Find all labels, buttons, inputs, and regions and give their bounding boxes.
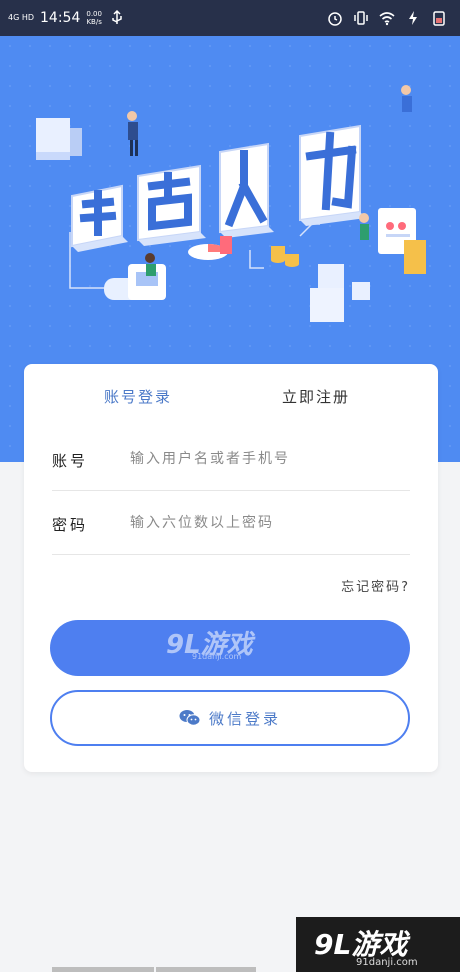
tab-register[interactable]: 立即注册 [282, 386, 350, 407]
wechat-icon [179, 710, 201, 726]
net-speed: 0.00 KB/s [86, 10, 102, 26]
login-button[interactable]: 9L游戏 91danji.com [50, 620, 410, 676]
status-time: 14:54 [40, 10, 81, 26]
wifi-icon [379, 12, 395, 26]
password-label: 密码 [52, 516, 89, 534]
watermark-overlay: 9L游戏 91danji.com [166, 624, 253, 661]
wechat-login-button[interactable]: 微信登录 [50, 690, 410, 746]
tab-account-login[interactable]: 账号登录 [104, 386, 172, 407]
vibrate-icon [354, 11, 368, 25]
alarm-icon [328, 12, 342, 26]
forgot-password-link[interactable]: 忘记密码? [341, 576, 410, 595]
password-field: 密码 [52, 492, 410, 555]
password-input[interactable] [130, 510, 400, 536]
corner-watermark: 9L游戏 91danji.com [296, 917, 460, 972]
net-speed-unit: KB/s [86, 18, 102, 26]
charging-icon [409, 11, 417, 25]
account-input[interactable] [130, 446, 400, 472]
corner-watermark-url: 91danji.com [356, 957, 418, 968]
signal-label: 4G HD [8, 13, 35, 22]
nav-gesture-bar [156, 967, 256, 972]
login-card: 账号登录 立即注册 账号 密码 忘记密码? 9L游戏 91danji.com 微… [24, 364, 438, 772]
battery-icon [433, 11, 445, 26]
usb-icon [112, 9, 122, 24]
wechat-login-label: 微信登录 [208, 709, 281, 728]
account-field: 账号 [52, 428, 410, 491]
status-bar: 4G HD 14:54 0.00 KB/s [0, 0, 460, 36]
net-speed-value: 0.00 [86, 10, 102, 18]
nav-gesture-bar [52, 967, 154, 972]
watermark-url: 91danji.com [192, 652, 242, 661]
account-label: 账号 [52, 452, 89, 470]
